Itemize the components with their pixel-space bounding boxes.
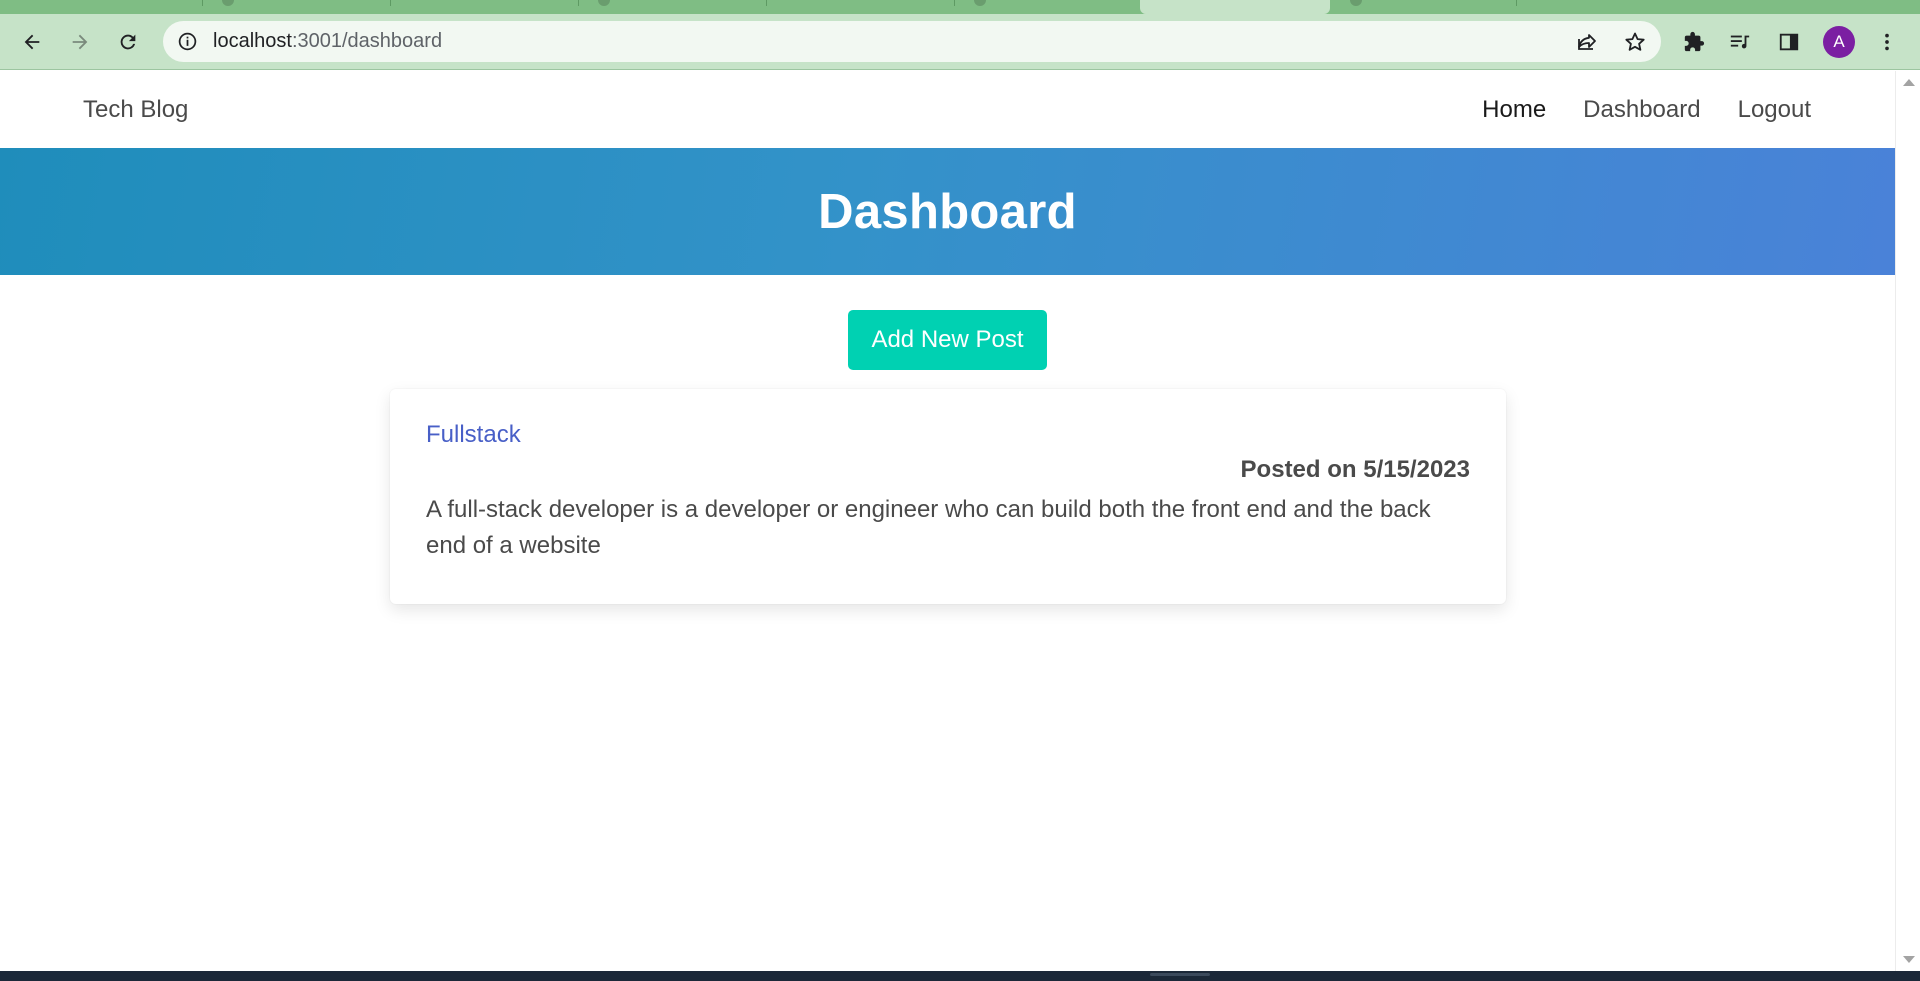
reload-button[interactable] [110, 24, 146, 60]
taskbar-indicator [1150, 973, 1210, 976]
info-icon[interactable] [177, 31, 198, 52]
tab-favicon [598, 0, 610, 6]
hero-banner: Dashboard [0, 148, 1895, 275]
url-text[interactable]: localhost:3001/dashboard [213, 31, 442, 52]
address-bar[interactable]: localhost:3001/dashboard [163, 21, 1661, 62]
extensions-button[interactable] [1676, 24, 1712, 60]
url-path: :3001/dashboard [291, 30, 443, 52]
arrow-left-icon [24, 34, 40, 50]
tab-favicon [1350, 0, 1362, 6]
brand-link[interactable]: Tech Blog [83, 96, 188, 124]
side-panel-icon [1779, 33, 1799, 51]
nav-home-link[interactable]: Home [1482, 96, 1546, 124]
kebab-menu-icon [1885, 33, 1889, 51]
add-new-post-button[interactable]: Add New Post [848, 310, 1047, 370]
nav-links: Home Dashboard Logout [1482, 96, 1811, 124]
tab-separator [766, 0, 767, 6]
tab-separator [578, 0, 579, 6]
browser-toolbar: localhost:3001/dashboard A [0, 14, 1920, 70]
star-icon[interactable] [1623, 30, 1647, 54]
os-taskbar [0, 971, 1920, 981]
reading-list-icon [1730, 35, 1750, 49]
forward-button[interactable] [62, 24, 98, 60]
nav-logout-link[interactable]: Logout [1738, 96, 1811, 124]
scroll-down-arrow-icon[interactable] [1903, 956, 1915, 963]
page-title: Dashboard [818, 184, 1077, 239]
side-panel-button[interactable] [1771, 24, 1807, 60]
reading-list-button[interactable] [1722, 24, 1758, 60]
scroll-up-arrow-icon[interactable] [1903, 79, 1915, 86]
page-viewport: Tech Blog Home Dashboard Logout Dashboar… [0, 71, 1895, 971]
browser-tabstrip [0, 0, 1920, 14]
site-navbar: Tech Blog Home Dashboard Logout [0, 71, 1895, 148]
reload-icon [120, 34, 136, 50]
post-body: A full-stack developer is a developer or… [426, 496, 1431, 559]
tab-separator [954, 0, 955, 6]
post-date: Posted on 5/15/2023 [1240, 456, 1470, 483]
profile-avatar[interactable]: A [1823, 26, 1855, 58]
nav-dashboard-link[interactable]: Dashboard [1583, 96, 1700, 124]
active-tab[interactable] [1140, 0, 1330, 14]
url-host: localhost [213, 30, 292, 52]
share-icon[interactable] [1575, 30, 1599, 54]
puzzle-icon [1684, 31, 1705, 52]
arrow-right-icon [72, 34, 88, 50]
page-scrollbar[interactable] [1895, 71, 1920, 971]
tab-separator [1516, 0, 1517, 6]
post-card: Fullstack Posted on 5/15/2023 A full-sta… [390, 389, 1506, 604]
tab-favicon [222, 0, 234, 6]
post-title-link[interactable]: Fullstack [426, 421, 521, 449]
tab-separator [390, 0, 391, 6]
tab-favicon [974, 0, 986, 6]
tab-separator [202, 0, 203, 6]
back-button[interactable] [14, 24, 50, 60]
browser-menu-button[interactable] [1869, 24, 1905, 60]
